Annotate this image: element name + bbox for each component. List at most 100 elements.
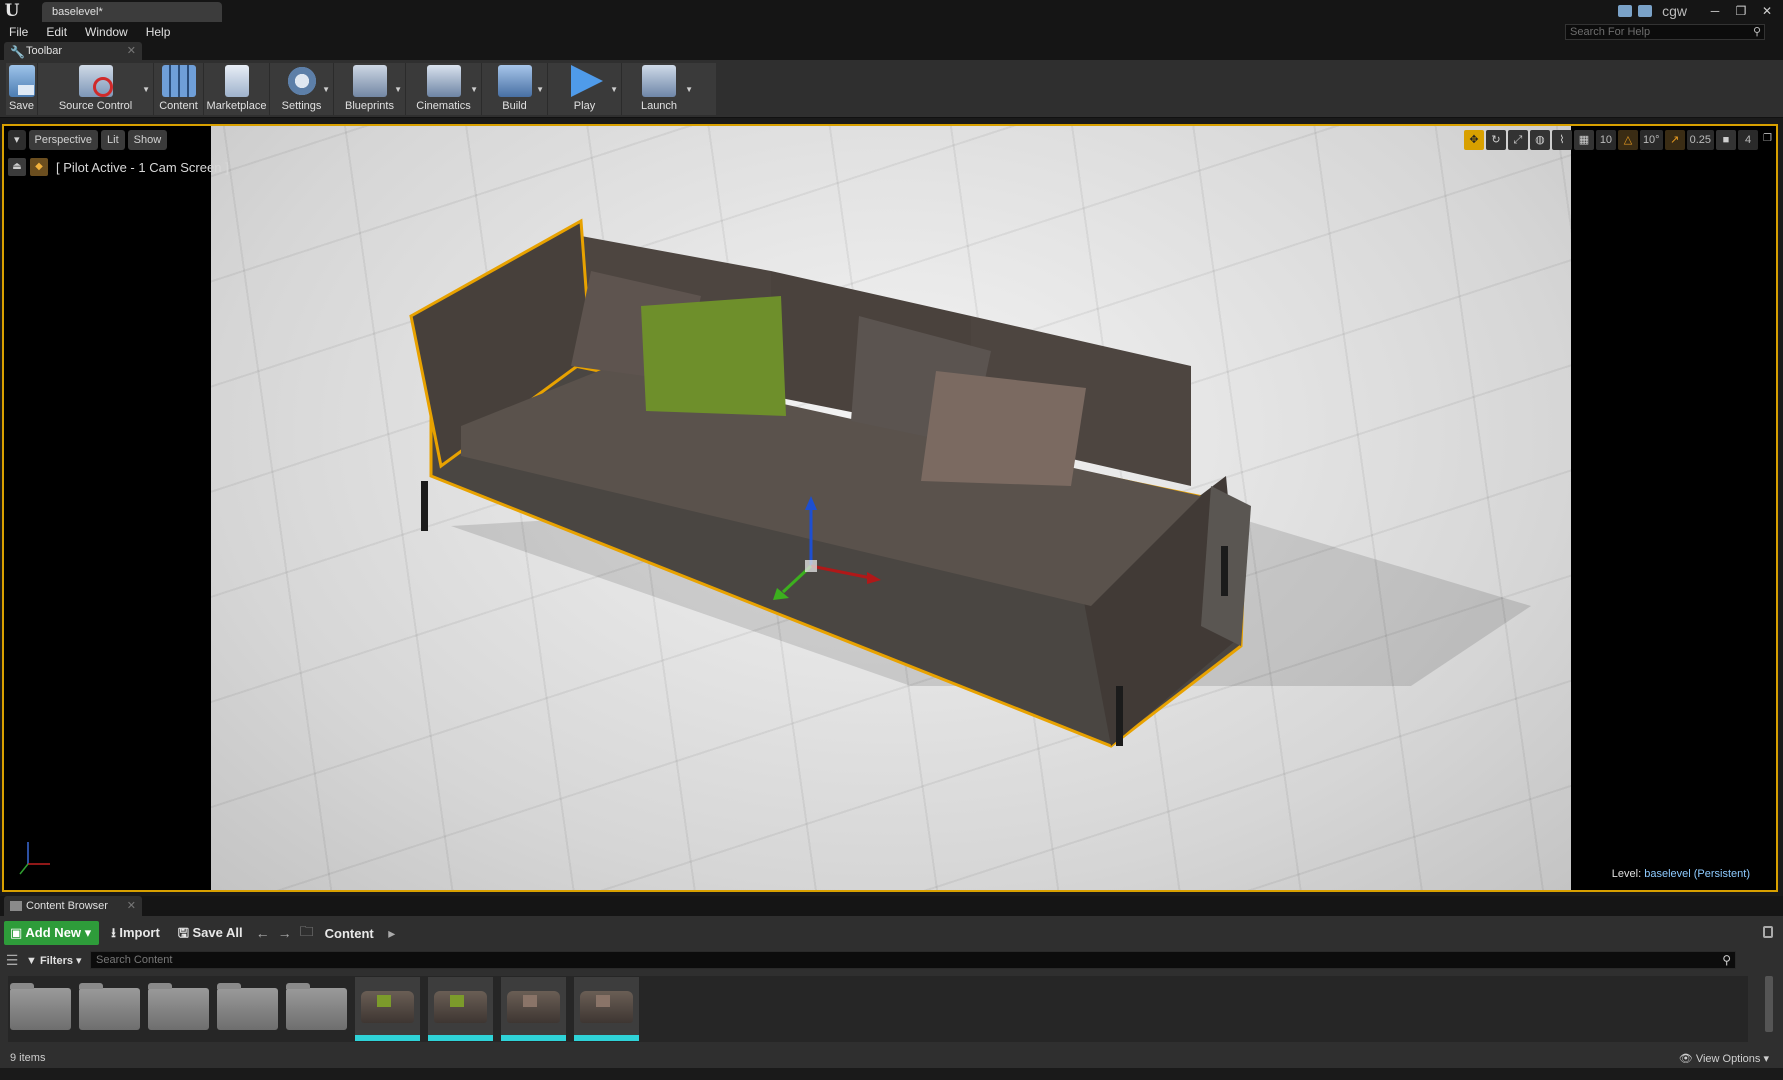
content-button[interactable]: Content [154, 63, 204, 115]
content-icon [161, 65, 196, 97]
build-button[interactable]: Build ▼ [482, 63, 548, 115]
rotate-mode-icon[interactable]: ↻ [1485, 130, 1506, 150]
chevron-down-icon[interactable]: ▼ [142, 85, 150, 94]
close-tab-icon[interactable]: ✕ [127, 42, 136, 60]
chevron-down-icon[interactable]: ▼ [536, 85, 544, 94]
marketplace-button[interactable]: Marketplace [204, 63, 270, 115]
unreal-logo-icon[interactable]: U [2, 1, 22, 21]
viewport-menu-button[interactable]: ▾ [8, 130, 26, 150]
show-button[interactable]: Show [127, 130, 168, 150]
scale-snap-icon[interactable]: ↗ [1664, 130, 1685, 150]
folder-item[interactable] [148, 983, 209, 1030]
marketplace-shortcut-icon[interactable] [1638, 5, 1653, 17]
help-search-placeholder: Search For Help [1570, 26, 1651, 38]
lit-button[interactable]: Lit [101, 130, 125, 150]
pilot-camera-icon[interactable]: ◆ [30, 158, 48, 176]
folder-item[interactable] [286, 983, 347, 1030]
chevron-down-icon[interactable]: ▼ [470, 85, 478, 94]
sofa-asset-thumbnail[interactable] [355, 977, 420, 1041]
blueprints-icon [352, 65, 387, 97]
cinematics-button[interactable]: Cinematics ▼ [406, 63, 482, 115]
save-label: Save [8, 100, 35, 112]
level-indicator: Level: baselevel (Persistent) [1612, 868, 1750, 880]
maximize-viewport-icon[interactable]: ❐ [1763, 133, 1772, 144]
status-strip [0, 1068, 1783, 1080]
import-button[interactable]: ⭳ Import [105, 921, 166, 945]
sofa-mesh[interactable] [409, 218, 1251, 748]
save-all-button[interactable]: 🖫 Save All [172, 921, 249, 945]
path-content[interactable]: Content [321, 926, 378, 941]
folder-item[interactable] [79, 983, 140, 1030]
folder-item[interactable] [217, 983, 278, 1030]
perspective-button[interactable]: Perspective [28, 130, 99, 150]
blueprints-label: Blueprints [345, 100, 394, 112]
forward-arrow-icon[interactable]: → [277, 925, 293, 941]
settings-button[interactable]: Settings ▼ [270, 63, 334, 115]
filters-button[interactable]: ▼ Filters ▾ [26, 954, 82, 967]
level-label: Level: [1611, 868, 1642, 880]
viewport-scene[interactable] [211, 126, 1571, 890]
level-document-tab[interactable]: baselevel* [42, 2, 222, 22]
view-options-button[interactable]: 👁 View Options ▾ [1679, 1052, 1769, 1065]
sofa-asset-thumbnail[interactable] [428, 977, 493, 1041]
chevron-down-icon[interactable]: ▼ [685, 85, 693, 94]
marketplace-label: Marketplace [206, 100, 267, 112]
rotation-snap-icon[interactable]: △ [1617, 130, 1638, 150]
sofa-asset-thumbnail[interactable] [501, 977, 566, 1041]
restore-button[interactable]: ❐ [1731, 4, 1751, 18]
toolbar-tab-strip: 🔧 Toolbar ✕ [0, 42, 1783, 60]
close-button[interactable]: ✕ [1757, 4, 1777, 18]
chevron-down-icon[interactable]: ▼ [610, 85, 618, 94]
back-arrow-icon[interactable]: ← [255, 925, 271, 941]
blueprints-button[interactable]: Blueprints ▼ [334, 63, 406, 115]
folder-item[interactable] [10, 983, 71, 1030]
translate-mode-icon[interactable]: ✥ [1463, 130, 1484, 150]
main-toolbar: Save Source Control ▼ Content Marketplac… [0, 60, 1783, 118]
content-browser-tab-strip: Content Browser ✕ [0, 896, 1783, 916]
scale-mode-icon[interactable]: ⤢ [1507, 130, 1528, 150]
save-button[interactable]: Save [6, 63, 38, 115]
menu-bar: File Edit Window Help Search For Help ⚲ [0, 22, 1783, 42]
menu-help[interactable]: Help [137, 22, 180, 42]
play-button[interactable]: Play ▼ [548, 63, 622, 115]
chat-icon[interactable] [1618, 5, 1633, 17]
search-content-input[interactable]: Search Content ⚲ [90, 951, 1736, 969]
chevron-down-icon[interactable]: ▼ [322, 85, 330, 94]
menu-edit[interactable]: Edit [37, 22, 76, 42]
lock-icon[interactable] [1763, 926, 1773, 938]
camera-speed-value[interactable]: 4 [1738, 130, 1758, 150]
camera-speed-icon[interactable]: ■ [1716, 130, 1736, 150]
scale-snap-value[interactable]: 0.25 [1686, 130, 1714, 150]
menu-window[interactable]: Window [76, 22, 137, 42]
sources-panel-toggle-icon[interactable]: ☰ [4, 952, 20, 969]
sofa-asset-thumbnail[interactable] [574, 977, 639, 1041]
save-icon [8, 65, 35, 97]
level-viewport[interactable]: ▾ Perspective Lit Show ⏏ ◆ [ Pilot Activ… [2, 124, 1778, 892]
rotation-snap-value[interactable]: 10° [1639, 130, 1663, 150]
surface-snap-icon[interactable]: ⌇ [1551, 130, 1572, 150]
add-new-button[interactable]: ▣ Add New ▾ [4, 921, 100, 945]
content-browser-tab[interactable]: Content Browser ✕ [4, 896, 142, 916]
toolbar-tab[interactable]: 🔧 Toolbar ✕ [4, 42, 142, 60]
search-content-placeholder: Search Content [96, 954, 173, 966]
play-label: Play [573, 100, 596, 112]
chevron-down-icon[interactable]: ▼ [394, 85, 402, 94]
content-browser-icon [10, 901, 22, 911]
menu-file[interactable]: File [0, 22, 37, 42]
source-control-button[interactable]: Source Control ▼ [38, 63, 154, 115]
help-search-input[interactable]: Search For Help ⚲ [1565, 24, 1765, 40]
world-space-icon[interactable]: ◍ [1529, 130, 1550, 150]
grid-snap-icon[interactable]: ▦ [1573, 130, 1594, 150]
asset-grid [8, 976, 1748, 1042]
close-tab-icon[interactable]: ✕ [127, 896, 136, 916]
content-browser-panel: ▣ Add New ▾ ⭳ Import 🖫 Save All ← → 🗀 Co… [0, 916, 1783, 1080]
minimize-button[interactable]: ─ [1705, 4, 1725, 18]
import-label: Import [119, 925, 160, 940]
build-label: Build [502, 100, 527, 112]
asset-grid-scrollbar[interactable] [1765, 976, 1773, 1032]
path-chevron-icon[interactable]: ▸ [384, 925, 400, 942]
eject-pilot-icon[interactable]: ⏏ [8, 158, 26, 176]
grid-snap-value[interactable]: 10 [1595, 130, 1616, 150]
launch-button[interactable]: Launch ▼ [622, 63, 696, 115]
title-bar: U baselevel* cgw ─ ❐ ✕ [0, 0, 1783, 22]
